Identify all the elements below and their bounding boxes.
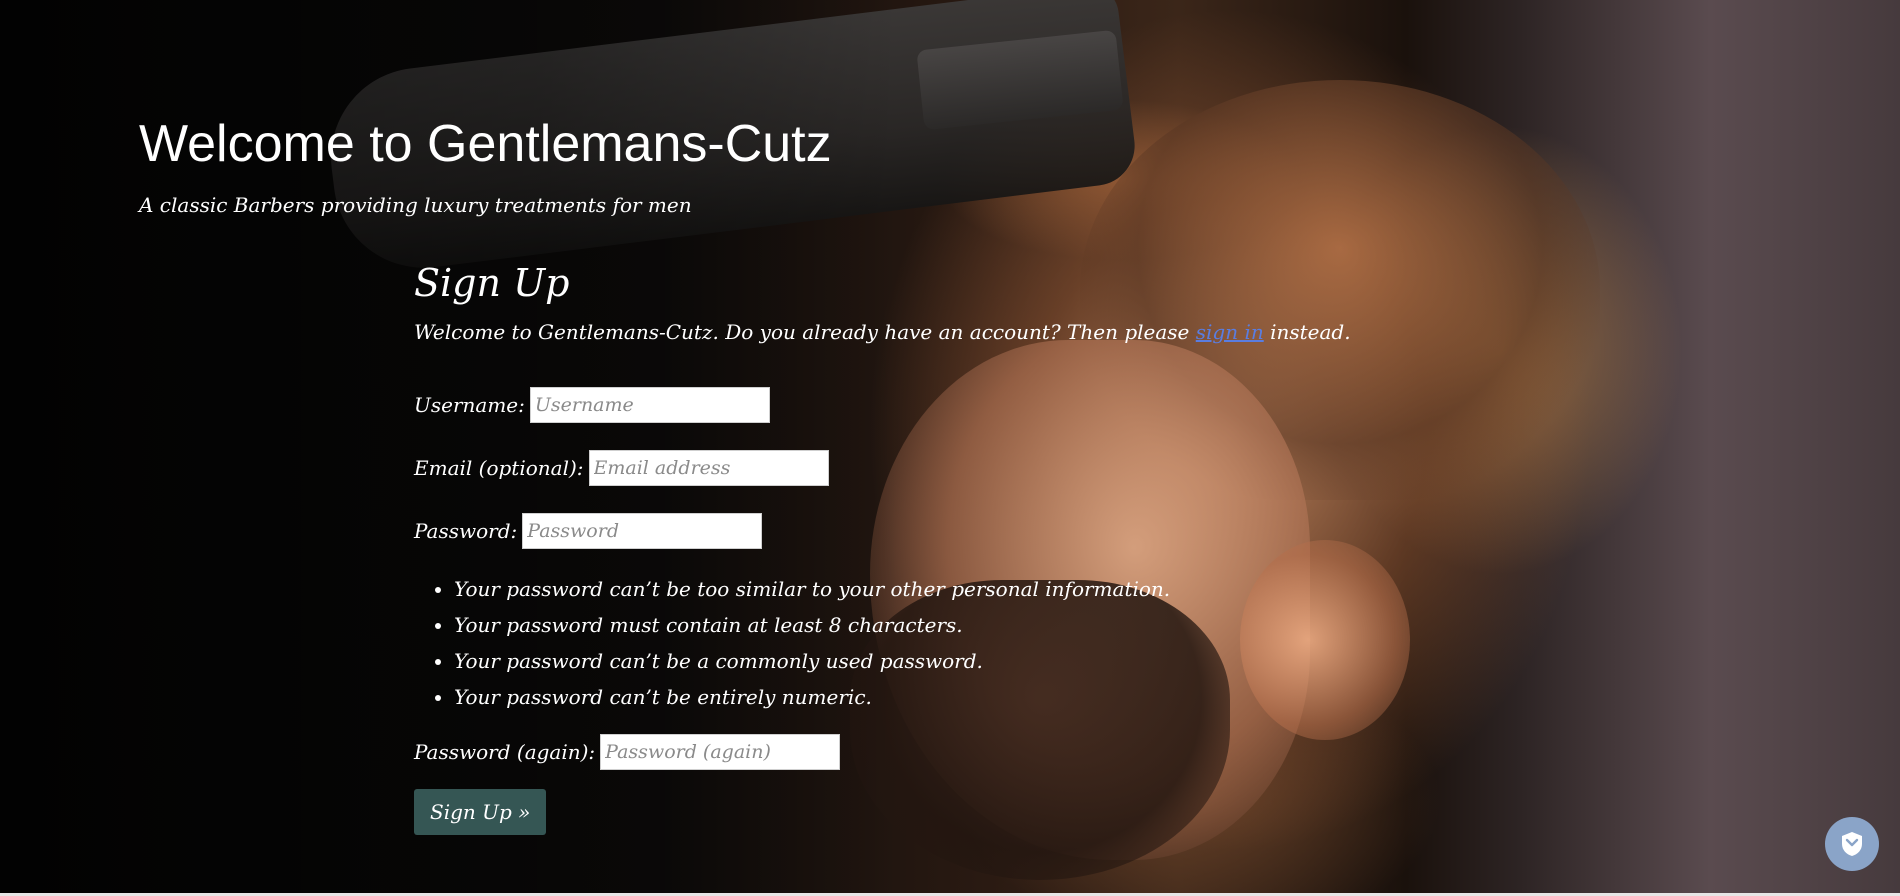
security-badge-button[interactable] — [1825, 817, 1879, 871]
password-row: Password: — [414, 510, 1514, 552]
signup-intro: Welcome to Gentlemans-Cutz. Do you alrea… — [414, 318, 1514, 346]
signup-heading: Sign Up — [414, 261, 570, 305]
shield-icon — [1842, 832, 1862, 856]
sign-in-link[interactable]: sign in — [1196, 320, 1264, 344]
password-again-input[interactable] — [600, 734, 841, 770]
intro-text: Welcome to Gentlemans-Cutz. Do you alrea… — [414, 320, 1196, 344]
intro-text-end: instead. — [1263, 320, 1351, 344]
username-row: Username: — [414, 384, 1514, 426]
password-again-label: Password (again): — [414, 740, 596, 764]
email-label: Email (optional): — [414, 456, 584, 480]
password-label: Password: — [414, 519, 518, 543]
sign-up-button[interactable]: Sign Up » — [414, 789, 547, 835]
password-rules-list: Your password can’t be too similar to yo… — [414, 571, 1514, 715]
site-tagline: A classic Barbers providing luxury treat… — [139, 193, 692, 217]
signup-form: Sign Up Welcome to Gentlemans-Cutz. Do y… — [414, 258, 1514, 835]
password-rule: Your password can’t be entirely numeric. — [454, 679, 1514, 715]
page-content: Welcome to Gentlemans-Cutz A classic Bar… — [0, 0, 1900, 893]
password-rule: Your password can’t be a commonly used p… — [454, 643, 1514, 679]
username-input[interactable] — [529, 387, 770, 423]
password-input[interactable] — [522, 513, 763, 549]
site-title: Welcome to Gentlemans-Cutz — [139, 115, 832, 173]
email-input[interactable] — [588, 450, 829, 486]
username-label: Username: — [414, 393, 525, 417]
password-rule: Your password must contain at least 8 ch… — [454, 607, 1514, 643]
hero-background: Welcome to Gentlemans-Cutz A classic Bar… — [0, 0, 1900, 893]
password-again-row: Password (again): — [414, 731, 1514, 773]
password-rule: Your password can’t be too similar to yo… — [454, 571, 1514, 607]
email-row: Email (optional): — [414, 447, 1514, 489]
